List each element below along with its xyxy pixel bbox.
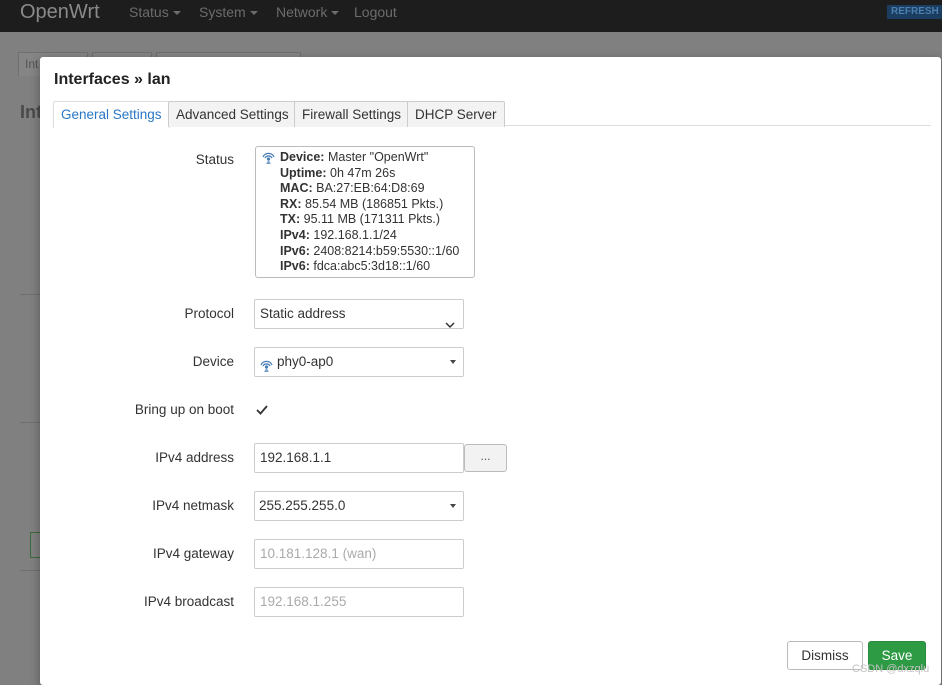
menu-network[interactable]: Network: [276, 4, 340, 20]
protocol-select[interactable]: Static address: [254, 299, 464, 329]
settings-tabs: General Settings Advanced Settings Firew…: [53, 101, 931, 128]
bring-up-on-boot-label: Bring up on boot: [134, 402, 234, 417]
tab-dhcp-server[interactable]: DHCP Server: [407, 101, 505, 127]
protocol-selected-value: Static address: [260, 306, 346, 321]
interface-status-box: Device: Master "OpenWrt" Uptime: 0h 47m …: [255, 146, 475, 278]
device-dropdown[interactable]: phy0-ap0: [254, 347, 464, 377]
tab-general-settings[interactable]: General Settings: [53, 101, 170, 128]
status-line-ipv6: IPv6: 2408:8214:b59:5530::1/60: [280, 243, 460, 258]
watermark: CSDN @dxzqlu: [852, 663, 930, 675]
chevron-down-icon: [249, 11, 258, 16]
bring-up-on-boot-checkbox[interactable]: [255, 403, 269, 417]
status-line-ipv6: IPv6: fdca:abc5:3d18::1/60: [280, 259, 431, 274]
caret-down-icon: [450, 360, 456, 364]
wireless-interface-icon: [259, 355, 274, 383]
ipv4-broadcast-input[interactable]: 192.168.1.255: [254, 587, 464, 617]
status-line-uptime: Uptime: 0h 47m 26s: [280, 165, 396, 180]
ipv4-gateway-label: IPv4 gateway: [152, 546, 234, 561]
status-line-tx: TX: 95.11 MB (171311 Pkts.): [280, 212, 441, 227]
wireless-interface-icon: [261, 151, 276, 170]
device-selected-value: phy0-ap0: [277, 354, 334, 369]
tab-firewall-settings[interactable]: Firewall Settings: [294, 101, 410, 127]
status-line-rx: RX: 85.54 MB (186851 Pkts.): [280, 196, 444, 211]
protocol-label: Protocol: [184, 306, 234, 321]
status-line-device: Device: Master "OpenWrt": [280, 150, 429, 164]
chevron-down-icon: [172, 11, 181, 16]
caret-down-icon: [450, 504, 456, 508]
add-ipv4-address-button[interactable]: ...: [464, 444, 507, 472]
ipv4-address-input[interactable]: 192.168.1.1: [254, 443, 464, 473]
tab-advanced-settings[interactable]: Advanced Settings: [168, 101, 297, 127]
top-navbar: OpenWrt Status System Network Logout REF…: [0, 0, 942, 32]
modal-title: Interfaces » lan: [54, 71, 171, 88]
status-line-mac: MAC: BA:27:EB:64:D8:69: [280, 181, 425, 196]
status-line-ipv4: IPv4: 192.168.1.1/24: [280, 227, 397, 242]
menu-logout[interactable]: Logout: [354, 4, 397, 20]
menu-status[interactable]: Status: [129, 4, 181, 20]
background-heading: Int: [20, 102, 42, 122]
netmask-selected-value: 255.255.255.0: [259, 498, 346, 513]
interface-edit-modal: Interfaces » lan General Settings Advanc…: [40, 57, 941, 685]
refresh-badge[interactable]: REFRESH: [887, 5, 942, 19]
ipv4-address-label: IPv4 address: [155, 450, 234, 465]
brand-logo[interactable]: OpenWrt: [20, 0, 100, 24]
status-label: Status: [195, 152, 234, 167]
device-label: Device: [192, 354, 234, 369]
chevron-down-icon: [331, 11, 340, 16]
menu-system[interactable]: System: [199, 4, 258, 20]
ipv4-gateway-input[interactable]: 10.181.128.1 (wan): [254, 539, 464, 569]
ipv4-broadcast-label: IPv4 broadcast: [143, 594, 234, 609]
ipv4-netmask-label: IPv4 netmask: [152, 498, 234, 513]
chevron-down-icon: [445, 311, 455, 339]
ipv4-netmask-dropdown[interactable]: 255.255.255.0: [254, 491, 464, 521]
